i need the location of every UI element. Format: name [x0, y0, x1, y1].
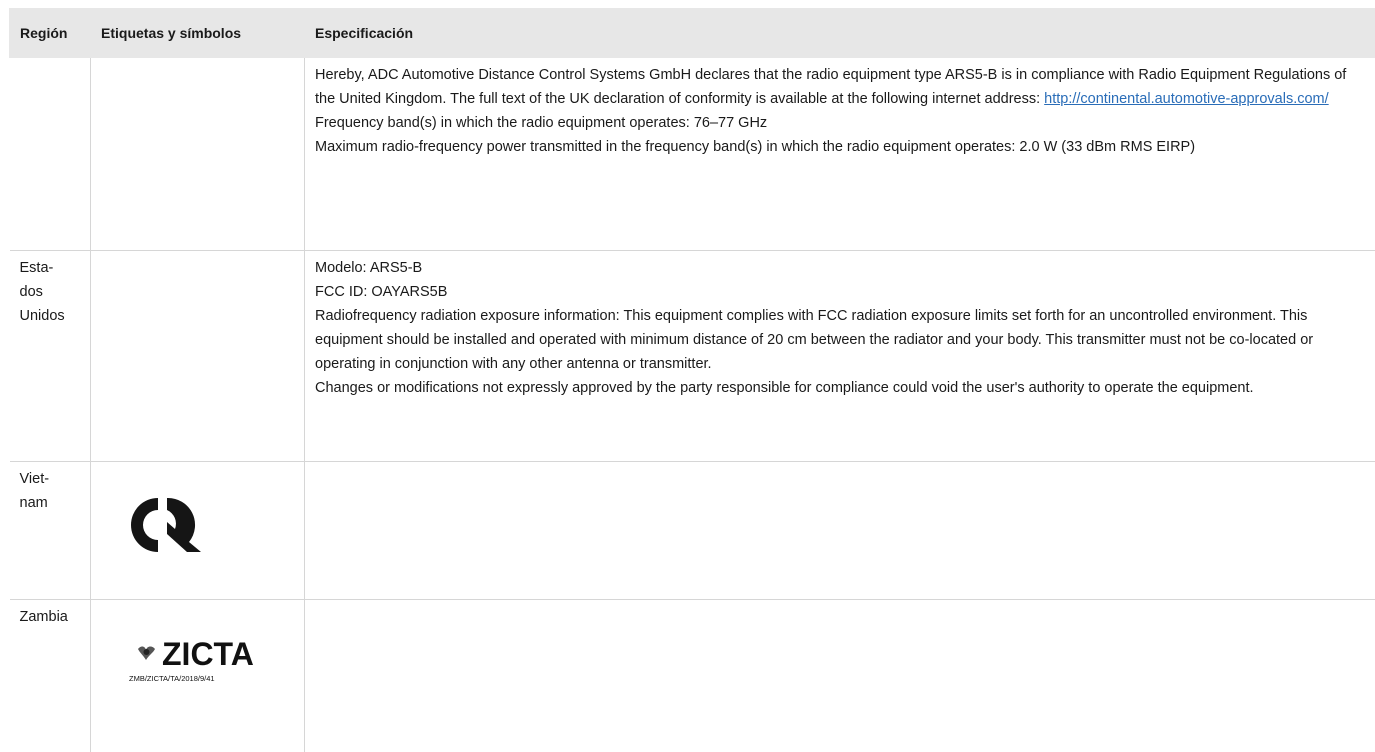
labels-cell-vn: [91, 462, 305, 600]
zicta-logo-icon: ZICTA ZMB/ZICTA/TA/2018/9/41: [129, 638, 279, 684]
spec-cell-zm: [305, 600, 1375, 752]
spec-cell-uk: Hereby, ADC Automotive Distance Control …: [305, 58, 1375, 251]
us-changes: Changes or modifications not expressly a…: [315, 376, 1365, 400]
zicta-approval-code: ZMB/ZICTA/TA/2018/9/41: [129, 674, 215, 683]
uk-frequency: Frequency band(s) in which the radio equ…: [315, 111, 1365, 135]
us-fcc-id: FCC ID: OAYARS5B: [315, 280, 1365, 304]
table-row-uk: Hereby, ADC Automotive Distance Control …: [10, 58, 1375, 251]
uk-power: Maximum radio-frequency power transmitte…: [315, 135, 1365, 159]
region-cell-zm: Zambia: [10, 600, 91, 752]
declaration-link[interactable]: http://continental.automotive-approvals.…: [1044, 91, 1329, 107]
spec-cell-vn: [305, 462, 1375, 600]
table-row-zm: Zambia ZICTA ZMB/ZICTA/TA/2018/9/41: [10, 600, 1375, 752]
us-model: Modelo: ARS5-B: [315, 256, 1365, 280]
table-row-us: Esta­dos Unidos Modelo: ARS5-B FCC ID: O…: [10, 251, 1375, 462]
table-row-vn: Viet­nam: [10, 462, 1375, 600]
labels-cell-zm: ZICTA ZMB/ZICTA/TA/2018/9/41: [91, 600, 305, 752]
header-labels: Etiquetas y símbolos: [91, 8, 305, 58]
labels-cell-us: [91, 251, 305, 462]
regulatory-table: Región Etiquetas y símbolos Especificaci…: [9, 8, 1375, 752]
labels-cell-uk: [91, 58, 305, 251]
region-cell-us: Esta­dos Unidos: [10, 251, 91, 462]
us-exposure: Radiofrequency radiation exposure inform…: [315, 304, 1365, 376]
table-header: Región Etiquetas y símbolos Especificaci…: [10, 8, 1375, 58]
zicta-emblem-icon: [136, 641, 158, 665]
uk-declaration: Hereby, ADC Automotive Distance Control …: [315, 63, 1365, 111]
spec-cell-us: Modelo: ARS5-B FCC ID: OAYARS5B Radiofre…: [305, 251, 1375, 462]
region-cell-vn: Viet­nam: [10, 462, 91, 600]
region-cell-uk: [10, 58, 91, 251]
cr-conformity-mark-icon: [131, 496, 206, 554]
zicta-wordmark: ZICTA: [162, 638, 254, 670]
header-region: Región: [10, 8, 91, 58]
header-spec: Especificación: [305, 8, 1375, 58]
